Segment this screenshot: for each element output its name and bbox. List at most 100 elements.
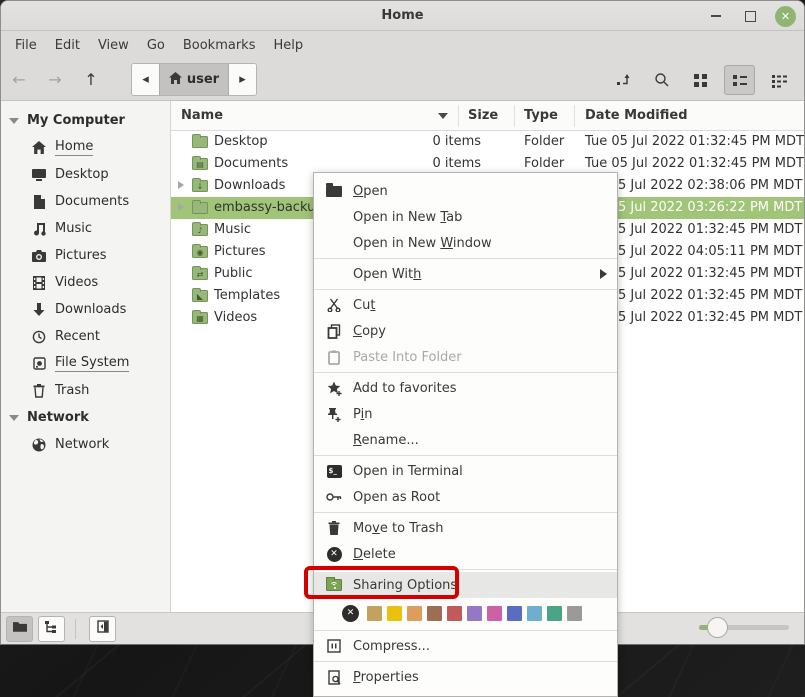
breadcrumb-prev-button[interactable]: ◂ xyxy=(132,64,159,95)
icon-view-button[interactable] xyxy=(685,65,716,95)
search-button[interactable] xyxy=(646,65,677,95)
menu-bookmarks[interactable]: Bookmarks xyxy=(174,34,265,57)
hide-panel-icon xyxy=(97,620,109,637)
menu-item-open-as-root[interactable]: Open as Root xyxy=(314,484,617,510)
zoom-slider-knob[interactable] xyxy=(707,617,728,638)
menu-separator xyxy=(314,661,617,662)
expand-triangle-icon[interactable] xyxy=(178,181,184,189)
menu-item-delete[interactable]: ✕ Delete xyxy=(314,541,617,567)
folder-icon: ▦ xyxy=(192,312,208,324)
window-title: Home xyxy=(381,8,423,23)
column-header-date[interactable]: Date Modified xyxy=(585,108,688,123)
sidebar-item-desktop[interactable]: Desktop xyxy=(1,161,170,188)
menu-item-open-in-new-tab[interactable]: Open in New Tab xyxy=(314,204,617,230)
menu-view[interactable]: View xyxy=(89,34,138,57)
menu-help[interactable]: Help xyxy=(264,34,312,57)
menu-item-compress[interactable]: Compress... xyxy=(314,633,617,659)
expand-triangle-icon[interactable] xyxy=(178,203,184,211)
folder-icon: ↓ xyxy=(192,180,208,192)
color-swatch[interactable] xyxy=(487,606,502,621)
folder-icon: ♪ xyxy=(192,224,208,236)
menu-item-open[interactable]: Open xyxy=(314,178,617,204)
color-swatch[interactable] xyxy=(367,606,382,621)
column-header-type[interactable]: Type xyxy=(524,108,558,123)
menu-item-open-in-terminal[interactable]: $_ Open in Terminal xyxy=(314,458,617,484)
breadcrumb-current-user[interactable]: user xyxy=(159,64,229,95)
menu-item-open-in-new-window[interactable]: Open in New Window xyxy=(314,230,617,256)
show-treeview-button[interactable] xyxy=(38,616,65,642)
menu-item-copy[interactable]: Copy xyxy=(314,318,617,344)
show-places-button[interactable] xyxy=(6,616,33,642)
breadcrumb-next-button[interactable]: ▸ xyxy=(229,64,256,95)
clipboard-icon xyxy=(326,349,342,365)
shared-folder-icon xyxy=(326,577,342,593)
color-swatch[interactable] xyxy=(387,606,402,621)
clock-icon xyxy=(31,329,47,345)
back-button[interactable]: ← xyxy=(1,64,37,96)
sidebar-item-music[interactable]: Music xyxy=(1,215,170,242)
sidebar-item-file-system[interactable]: File System xyxy=(1,350,170,377)
compress-icon xyxy=(326,638,342,654)
close-button[interactable]: ✕ xyxy=(775,6,796,27)
color-swatch[interactable] xyxy=(427,606,442,621)
column-header-size[interactable]: Size xyxy=(468,108,498,123)
menu-item-move-to-trash[interactable]: Move to Trash xyxy=(314,515,617,541)
menu-item-sharing-options[interactable]: Sharing Options xyxy=(314,572,617,598)
home-icon xyxy=(169,72,182,88)
sidebar-item-downloads[interactable]: Downloads xyxy=(1,296,170,323)
menu-edit[interactable]: Edit xyxy=(46,34,89,57)
zoom-slider[interactable] xyxy=(699,625,789,630)
column-header-name[interactable]: Name xyxy=(181,108,223,123)
scissors-icon xyxy=(326,297,342,313)
menu-file[interactable]: File xyxy=(6,34,46,57)
color-swatch[interactable] xyxy=(407,606,422,621)
sidebar-item-videos[interactable]: Videos xyxy=(1,269,170,296)
pin-plus-icon xyxy=(326,406,342,422)
color-swatch[interactable] xyxy=(447,606,462,621)
folder-icon xyxy=(326,183,342,199)
menu-item-cut[interactable]: Cut xyxy=(314,292,617,318)
drive-icon xyxy=(31,356,47,372)
toggle-location-entry-button[interactable] xyxy=(607,65,638,95)
clear-color-button[interactable]: ✕ xyxy=(342,605,359,622)
sidebar-item-recent[interactable]: Recent xyxy=(1,323,170,350)
menu-separator xyxy=(314,455,617,456)
sidebar-item-network[interactable]: Network xyxy=(1,431,170,458)
menu-separator xyxy=(314,569,617,570)
color-swatch[interactable] xyxy=(567,606,582,621)
menu-item-properties[interactable]: Properties xyxy=(314,664,617,690)
context-menu: Open Open in New Tab Open in New Window … xyxy=(313,172,618,697)
sidebar-section-network[interactable]: Network xyxy=(1,404,170,431)
menu-item-add-to-favorites[interactable]: Add to favorites xyxy=(314,375,617,401)
sidebar-item-pictures[interactable]: Pictures xyxy=(1,242,170,269)
color-swatch[interactable] xyxy=(527,606,542,621)
properties-icon xyxy=(326,669,342,685)
color-swatch[interactable] xyxy=(467,606,482,621)
home-icon xyxy=(31,140,47,156)
color-swatch[interactable] xyxy=(547,606,562,621)
sidebar-section-my-computer[interactable]: My Computer xyxy=(1,107,170,134)
menu-go[interactable]: Go xyxy=(138,34,174,57)
sidebar: My Computer Home Desktop Documents Music… xyxy=(1,101,171,612)
sidebar-item-home[interactable]: Home xyxy=(1,134,170,161)
sidebar-item-documents[interactable]: Documents xyxy=(1,188,170,215)
maximize-button[interactable] xyxy=(741,7,759,25)
menu-item-pin[interactable]: Pin xyxy=(314,401,617,427)
sidebar-item-trash[interactable]: Trash xyxy=(1,377,170,404)
treeview-icon xyxy=(45,621,59,637)
document-icon xyxy=(31,194,47,210)
download-icon xyxy=(31,302,47,318)
menu-item-open-with[interactable]: Open With xyxy=(314,261,617,287)
music-icon xyxy=(31,221,47,237)
color-swatch[interactable] xyxy=(507,606,522,621)
folder-icon: ◉ xyxy=(192,246,208,258)
file-row-desktop[interactable]: Desktop 0 items Folder Tue 05 Jul 2022 0… xyxy=(171,131,804,153)
menu-item-rename[interactable]: Rename... xyxy=(314,427,617,453)
list-view-button[interactable] xyxy=(724,65,755,95)
minimize-button[interactable] xyxy=(707,7,725,25)
forward-button[interactable]: → xyxy=(37,64,73,96)
up-button[interactable]: ↑ xyxy=(73,64,109,96)
hide-sidebar-button[interactable] xyxy=(89,616,116,642)
menu-item-paste-into-folder: Paste Into Folder xyxy=(314,344,617,370)
compact-view-button[interactable] xyxy=(763,65,794,95)
